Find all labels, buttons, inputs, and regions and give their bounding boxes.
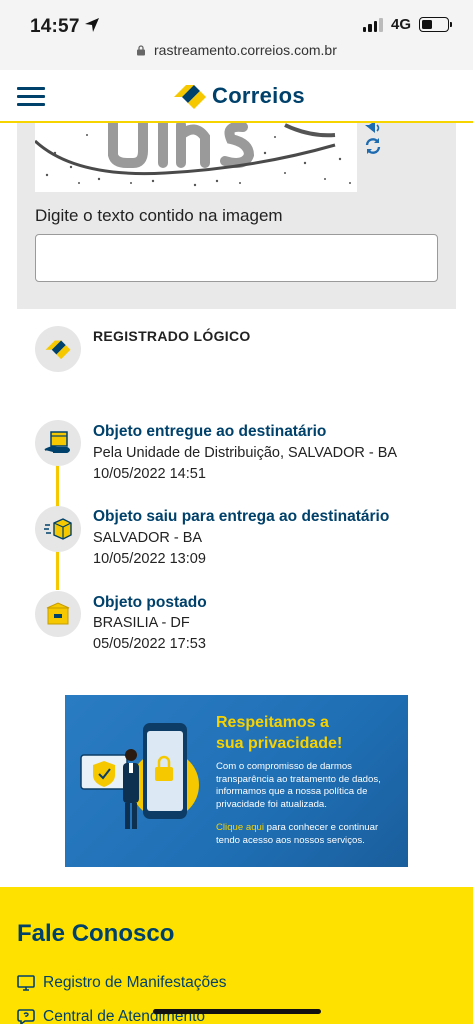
correios-logo-icon	[174, 85, 206, 109]
chat-question-icon	[17, 1009, 35, 1024]
url-text: rastreamento.correios.com.br	[154, 42, 337, 58]
site-header: Correios	[0, 70, 473, 123]
banner-link[interactable]: Clique aqui	[216, 822, 264, 833]
event-title: Objeto postado	[93, 594, 207, 611]
package-in-transit-icon	[35, 506, 81, 552]
event-location: BRASILIA - DF	[93, 615, 190, 631]
correios-logo[interactable]: Correios	[172, 82, 305, 110]
home-indicator[interactable]	[153, 1009, 321, 1014]
privacy-illustration	[80, 723, 199, 829]
cellular-signal-icon	[362, 17, 383, 32]
captcha-input[interactable]	[35, 234, 438, 282]
fale-conosco-footer: Fale Conosco Registro de Manifestações C…	[0, 887, 473, 1024]
refresh-icon[interactable]	[364, 137, 382, 155]
hamburger-icon[interactable]	[17, 87, 45, 107]
footer-item-registro[interactable]: Registro de Manifestações	[17, 974, 227, 992]
battery-icon	[419, 17, 452, 32]
address-bar[interactable]: rastreamento.correios.com.br	[0, 42, 473, 58]
delivered-package-icon	[35, 420, 81, 466]
package-posted-icon	[35, 591, 81, 637]
banner-cta: Clique aqui para conhecer e continuar te…	[216, 822, 402, 847]
monitor-icon	[17, 975, 35, 991]
event-datetime: 10/05/2022 13:09	[93, 551, 206, 567]
footer-title: Fale Conosco	[17, 920, 175, 947]
banner-body: Com o compromisso de darmos transparênci…	[216, 761, 381, 810]
captcha-image	[35, 123, 357, 192]
event-title: Objeto entregue ao destinatário	[93, 423, 327, 440]
status-time: 14:57	[30, 16, 80, 37]
captcha-label: Digite o texto contido na imagem	[35, 206, 283, 225]
lock-icon	[137, 45, 146, 56]
network-type: 4G	[390, 16, 411, 33]
event-datetime: 05/05/2022 17:53	[93, 636, 206, 652]
event-title: Objeto saiu para entrega ao destinatário	[93, 508, 390, 525]
captcha-panel: Digite o texto contido na imagem	[17, 123, 456, 309]
registered-icon	[35, 326, 81, 372]
registered-label: REGISTRADO LÓGICO	[93, 328, 251, 344]
event-location: Pela Unidade de Distribuição, SALVADOR -…	[93, 445, 398, 461]
status-bar: 14:57 4G rastreamento.correios.com.br	[0, 0, 473, 70]
event-datetime: 10/05/2022 14:51	[93, 466, 206, 482]
privacy-banner[interactable]: Respeitamos a sua privacidade! Com o com…	[65, 695, 408, 867]
status-right: 4G	[362, 16, 452, 33]
speaker-icon[interactable]	[363, 123, 383, 135]
banner-heading: Respeitamos a sua privacidade!	[216, 714, 343, 752]
footer-item-label: Registro de Manifestações	[43, 974, 227, 991]
location-arrow-icon	[85, 18, 99, 32]
brand-name: Correios	[212, 83, 305, 108]
event-location: SALVADOR - BA	[93, 530, 203, 546]
